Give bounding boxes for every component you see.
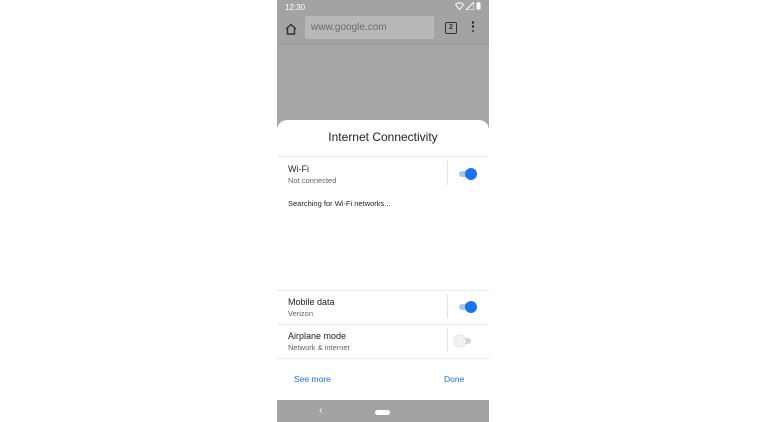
status-time: 12:30: [285, 3, 306, 12]
signal-icon: [466, 2, 474, 10]
home-icon[interactable]: [284, 22, 298, 36]
url-text: www.google.com: [311, 22, 387, 33]
done-button[interactable]: Done: [444, 374, 464, 384]
back-icon[interactable]: ‹: [319, 405, 322, 416]
divider: [447, 328, 448, 352]
wifi-label: Wi-Fi: [288, 164, 309, 174]
wifi-icon: [455, 2, 464, 10]
divider: [277, 358, 489, 359]
url-bar[interactable]: www.google.com: [305, 16, 434, 39]
divider: [277, 324, 489, 325]
internet-connectivity-panel: Internet Connectivity Wi-Fi Not connecte…: [277, 120, 489, 400]
status-bar: 12:30: [277, 0, 489, 14]
see-more-button[interactable]: See more: [294, 374, 331, 384]
wifi-searching-text: Searching for Wi-Fi networks...: [288, 199, 391, 208]
status-icons: [455, 2, 481, 10]
airplane-mode-status: Network & internet: [288, 343, 350, 352]
mobile-data-toggle[interactable]: [457, 301, 477, 313]
mobile-data-label: Mobile data: [288, 297, 335, 307]
battery-icon: [476, 2, 481, 10]
panel-title: Internet Connectivity: [328, 130, 438, 144]
phone-screen: 12:30 www.google.com 2 Internet Connecti…: [277, 0, 489, 422]
mobile-data-status: Verizon: [288, 309, 314, 318]
wifi-status: Not connected: [288, 176, 337, 185]
wifi-toggle[interactable]: [457, 168, 477, 180]
overflow-menu-icon[interactable]: [470, 21, 476, 35]
airplane-mode-label: Airplane mode: [288, 331, 347, 341]
divider: [447, 294, 448, 318]
divider: [277, 290, 489, 291]
airplane-mode-toggle[interactable]: [454, 335, 474, 347]
divider: [447, 161, 448, 185]
tab-switcher-button[interactable]: 2: [445, 22, 457, 34]
system-nav-bar: ‹: [277, 400, 489, 422]
divider: [277, 156, 489, 157]
browser-toolbar: www.google.com 2: [277, 14, 489, 45]
home-pill[interactable]: [375, 410, 390, 415]
